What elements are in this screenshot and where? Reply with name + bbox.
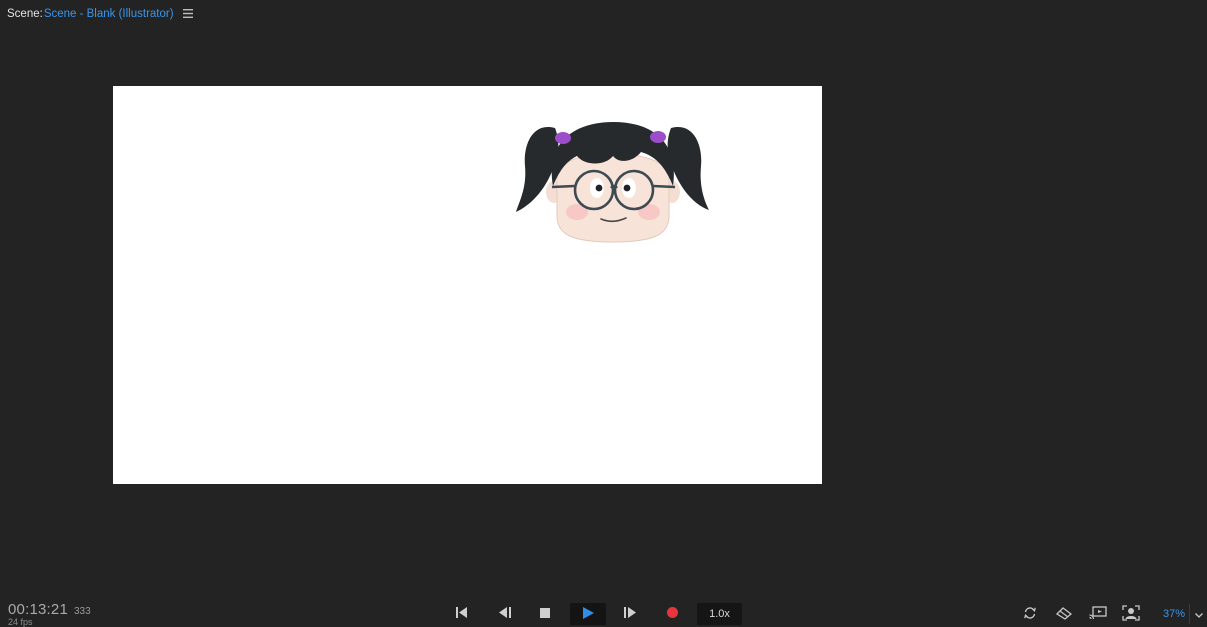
playback-speed-button[interactable]: 1.0x: [697, 603, 742, 625]
cast-icon: [1089, 605, 1107, 623]
hamburger-icon[interactable]: [182, 8, 193, 20]
zoom-dropdown-button[interactable]: [1189, 604, 1207, 624]
puppet-character[interactable]: [515, 116, 711, 246]
scene-name-link[interactable]: Scene - Blank (Illustrator): [44, 8, 174, 20]
face-tracking-icon: [1122, 604, 1140, 624]
go-to-start-icon: [456, 607, 468, 621]
refresh-icon: [1023, 606, 1037, 623]
record-button[interactable]: [657, 603, 687, 625]
stop-button[interactable]: [530, 603, 560, 625]
step-forward-icon: [624, 607, 636, 621]
eraser-icon: [1055, 606, 1073, 623]
play-icon: [582, 606, 594, 622]
face-tracking-button[interactable]: [1120, 604, 1142, 624]
chevron-down-icon: [1195, 607, 1203, 621]
go-to-start-button[interactable]: [447, 603, 477, 625]
play-button[interactable]: [570, 603, 606, 625]
scene-header: Scene: Scene - Blank (Illustrator): [7, 6, 193, 22]
record-icon: [666, 607, 678, 621]
step-back-button[interactable]: [490, 603, 520, 625]
step-forward-button[interactable]: [615, 603, 645, 625]
scene-label: Scene:: [7, 8, 43, 20]
cast-button[interactable]: [1087, 604, 1109, 624]
refresh-button[interactable]: [1019, 604, 1041, 624]
zoom-level[interactable]: 37%: [1163, 608, 1185, 620]
eraser-button[interactable]: [1053, 604, 1075, 624]
step-back-icon: [499, 607, 511, 621]
scene-canvas[interactable]: [113, 86, 822, 484]
stop-icon: [540, 607, 550, 621]
